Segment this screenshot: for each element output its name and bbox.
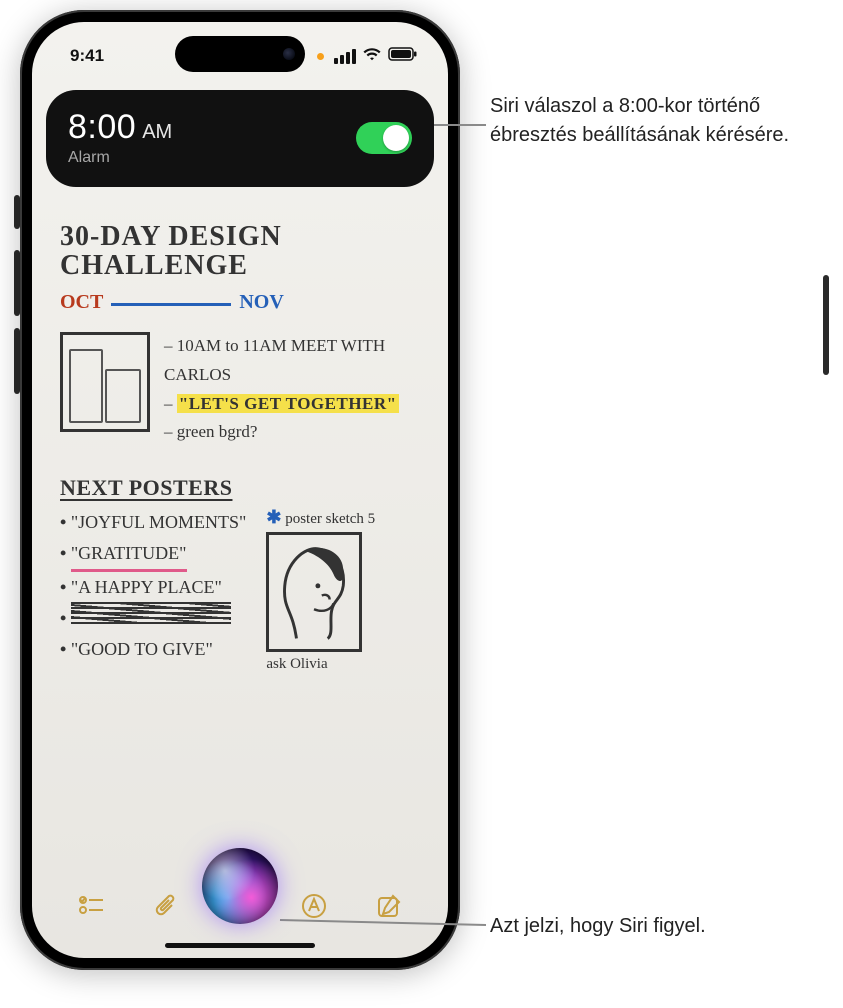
callout-siri: Azt jelzi, hogy Siri figyel. (490, 912, 706, 941)
siri-orb-icon[interactable] (202, 848, 278, 924)
callout-alarm: Siri válaszol a 8:00-kor történő ébreszt… (490, 92, 830, 150)
alarm-label: Alarm (68, 149, 172, 167)
iphone-frame: 9:41 8:00 (20, 10, 460, 970)
siri-alarm-card[interactable]: 8:00 AM Alarm (46, 90, 434, 187)
power-button (823, 275, 829, 375)
toggle-knob-icon (383, 125, 409, 151)
poster-sketch-icon (266, 532, 362, 652)
note-bullet-1: 10AM to 11AM MEET WITH CARLOS (164, 332, 424, 390)
ask-olivia-note: ask Olivia (266, 656, 386, 673)
dynamic-island (175, 36, 305, 72)
battery-icon (388, 46, 418, 66)
note-title-line1: 30-DAY DESIGN (60, 222, 424, 251)
front-camera-icon (283, 48, 295, 60)
note-canvas[interactable]: 30-DAY DESIGN CHALLENGE OCT NOV 10AM to … (32, 202, 448, 878)
alarm-ampm: AM (142, 121, 172, 144)
month-nov: NOV (239, 291, 283, 314)
status-time: 9:41 (70, 46, 104, 66)
sketch-thumbnail-icon (60, 332, 150, 432)
poster-item-4-struck (60, 602, 246, 634)
mic-indicator-icon (317, 53, 324, 60)
cellular-icon (334, 49, 356, 64)
note-bullet-2: "LET'S GET TOGETHER" (177, 394, 399, 413)
poster-item-1: "JOYFUL MOMENTS" (60, 507, 246, 538)
poster-sketch-label: poster sketch 5 (285, 511, 375, 527)
note-bullet-3: green bgrd? (164, 418, 424, 447)
poster-item-2: "GRATITUDE" (71, 538, 187, 572)
poster-item-5: "GOOD TO GIVE" (60, 634, 246, 665)
compose-icon[interactable] (375, 892, 403, 920)
checklist-icon[interactable] (77, 892, 105, 920)
posters-heading: NEXT POSTERS (60, 475, 424, 501)
markup-icon[interactable] (300, 892, 328, 920)
screen: 9:41 8:00 (32, 22, 448, 958)
attachment-icon[interactable] (152, 892, 180, 920)
note-title-line2: CHALLENGE (60, 251, 424, 280)
month-oct: OCT (60, 291, 103, 314)
home-indicator[interactable] (165, 943, 315, 948)
wifi-icon (362, 46, 382, 66)
alarm-time: 8:00 (68, 108, 136, 147)
poster-item-3: "A HAPPY PLACE" (60, 572, 246, 603)
alarm-toggle[interactable] (356, 122, 412, 154)
month-divider-line (111, 303, 231, 306)
star-icon: ✱ (266, 507, 281, 527)
